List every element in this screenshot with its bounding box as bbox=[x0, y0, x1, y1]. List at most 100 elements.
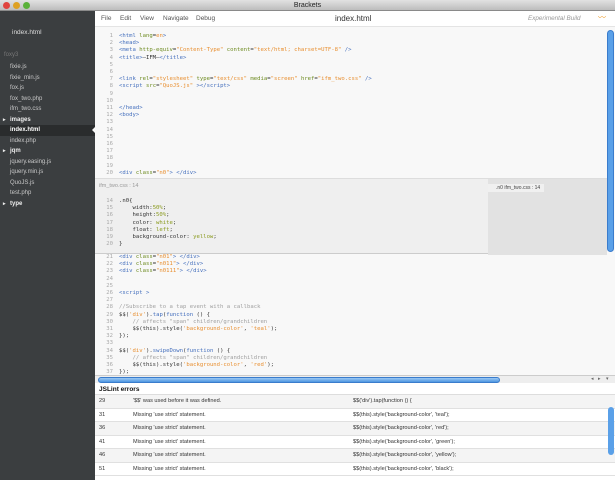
jslint-line: 36 bbox=[99, 422, 105, 436]
code-token: > bbox=[163, 33, 166, 39]
code-line[interactable]: 14 bbox=[95, 127, 595, 134]
code-line[interactable]: 7<link rel="stylesheet" type="text/css" … bbox=[95, 76, 595, 83]
code-line[interactable]: 34$$('div').swipeDown(function () { bbox=[95, 348, 595, 355]
code-line[interactable]: 5 bbox=[95, 62, 595, 69]
inline-rule-tab[interactable]: .n0 ifm_two.css : 14 bbox=[488, 184, 544, 192]
code-line[interactable]: 21<div class="n01"> </div> bbox=[95, 254, 595, 261]
jslint-row[interactable]: 41Missing 'use strict' statement.$$(this… bbox=[95, 436, 615, 450]
jslint-row[interactable]: 36Missing 'use strict' statement.$$(this… bbox=[95, 422, 615, 436]
code-token: $$(this).style( bbox=[119, 326, 183, 332]
jslint-scrollbar[interactable] bbox=[608, 407, 614, 455]
file-item[interactable]: fixie_min.js bbox=[0, 73, 95, 84]
sidebar: index.html foxy3 fixie.jsfixie_min.jsfox… bbox=[0, 11, 95, 480]
line-number: 13 bbox=[95, 119, 113, 126]
jslint-line: 41 bbox=[99, 436, 105, 450]
code-line[interactable]: 29$$('div').tap(function () { bbox=[95, 312, 595, 319]
live-preview-icon[interactable]: 〰 bbox=[598, 12, 606, 23]
code-token: "text/css" bbox=[213, 76, 247, 82]
code-token: 'div' bbox=[129, 312, 146, 318]
code-line[interactable]: 6 bbox=[95, 69, 595, 76]
code-line[interactable]: 1<html lang=en> bbox=[95, 33, 595, 40]
menu-edit[interactable]: Edit bbox=[120, 15, 131, 22]
code-line[interactable]: 35 // affects "span" children/grandchild… bbox=[95, 355, 595, 362]
code-line[interactable]: 26<script > bbox=[95, 290, 595, 297]
code-line[interactable]: 16 bbox=[95, 141, 595, 148]
code-token: }); bbox=[119, 333, 129, 339]
code-line[interactable]: 22<div class="n011"> </div> bbox=[95, 261, 595, 268]
file-item[interactable]: jquery.easing.js bbox=[0, 157, 95, 168]
jslint-row[interactable]: 46Missing 'use strict' statement.$$(this… bbox=[95, 449, 615, 463]
file-item[interactable]: ifm_two.css bbox=[0, 104, 95, 115]
code-token: <div bbox=[119, 170, 136, 176]
code-line[interactable]: 23<div class="n0111"> </div> bbox=[95, 268, 595, 275]
file-item[interactable]: fox_two.php bbox=[0, 94, 95, 105]
code-line[interactable]: 30 // affects "span" children/grandchild… bbox=[95, 319, 595, 326]
menu-file[interactable]: File bbox=[101, 15, 111, 22]
menu-bar: File Edit View Navigate Debug index.html… bbox=[95, 11, 615, 27]
code-line[interactable]: 17 bbox=[95, 148, 595, 155]
file-item[interactable]: index.html bbox=[0, 125, 95, 136]
file-item[interactable]: jquery.min.js bbox=[0, 167, 95, 178]
minimize-window-button[interactable] bbox=[13, 2, 20, 9]
code-line[interactable]: 13 bbox=[95, 119, 595, 126]
close-window-button[interactable] bbox=[3, 2, 10, 9]
code-token: "n0111" bbox=[156, 268, 180, 274]
code-line[interactable]: 25 bbox=[95, 283, 595, 290]
code-line[interactable]: 8<script src="QuoJS.js" ></script> bbox=[95, 83, 595, 90]
jslint-row[interactable]: 51Missing 'use strict' statement.$$(this… bbox=[95, 463, 615, 477]
jslint-row[interactable]: 31Missing 'use strict' statement.$$(this… bbox=[95, 409, 615, 423]
line-number: 34 bbox=[95, 348, 113, 355]
code-line[interactable]: 2<head> bbox=[95, 40, 595, 47]
scroll-right-icon[interactable]: ▸ bbox=[598, 376, 601, 382]
file-item[interactable]: test.php bbox=[0, 188, 95, 199]
code-line[interactable]: 15 bbox=[95, 134, 595, 141]
code-token: <div bbox=[119, 254, 136, 260]
code-token: ). bbox=[146, 312, 153, 318]
code-line[interactable]: 31 $$(this).style('background-color', 't… bbox=[95, 326, 595, 333]
menu-debug[interactable]: Debug bbox=[196, 15, 215, 22]
code-line[interactable]: 20<div class="n0"> </div> bbox=[95, 170, 595, 177]
code-line[interactable]: 11</head> bbox=[95, 105, 595, 112]
code-line[interactable]: 27 bbox=[95, 297, 595, 304]
folder-item[interactable]: jqm bbox=[0, 146, 95, 157]
code-token: "stylesheet" bbox=[153, 76, 193, 82]
file-item[interactable]: fox.js bbox=[0, 83, 95, 94]
menu-navigate[interactable]: Navigate bbox=[163, 15, 189, 22]
menu-view[interactable]: View bbox=[140, 15, 154, 22]
code-line[interactable]: 36 $$(this).style('background-color', 'r… bbox=[95, 362, 595, 369]
code-line[interactable]: 10 bbox=[95, 98, 595, 105]
inline-css-editor[interactable]: ifm_two.css : 14 14.n0{15 width:50%;16 h… bbox=[95, 178, 607, 254]
code-line[interactable]: 32}); bbox=[95, 333, 595, 340]
code-line[interactable]: 24 bbox=[95, 276, 595, 283]
code-token: "ifm_two.css" bbox=[318, 76, 362, 82]
folder-item[interactable]: images bbox=[0, 115, 95, 126]
folder-item[interactable]: type bbox=[0, 199, 95, 210]
scroll-left-icon[interactable]: ◂ bbox=[591, 376, 594, 382]
code-line[interactable]: 18 bbox=[95, 155, 595, 162]
code-line[interactable]: 12<body> bbox=[95, 112, 595, 119]
code-token: <head> bbox=[119, 40, 139, 46]
file-item[interactable]: index.php bbox=[0, 136, 95, 147]
code-line[interactable]: 4<title>—IFM—</title> bbox=[95, 55, 595, 62]
code-line[interactable]: 33 bbox=[95, 340, 595, 347]
jslint-message: Missing 'use strict' statement. bbox=[133, 449, 206, 463]
file-item[interactable]: fixie.js bbox=[0, 62, 95, 73]
working-file[interactable]: index.html bbox=[12, 29, 42, 36]
project-title[interactable]: foxy3 bbox=[4, 52, 18, 58]
code-token: 'div' bbox=[129, 348, 146, 354]
code-token: <div bbox=[119, 261, 136, 267]
line-number: 12 bbox=[95, 112, 113, 119]
zoom-window-button[interactable] bbox=[23, 2, 30, 9]
code-token: // affects "span" children/grandchildren bbox=[119, 355, 267, 361]
code-line[interactable]: 3<meta http-equiv="Content-Type" content… bbox=[95, 47, 595, 54]
file-item[interactable]: QuoJS.js bbox=[0, 178, 95, 189]
scroll-down-icon[interactable]: ▾ bbox=[606, 376, 609, 382]
code-line[interactable]: 9 bbox=[95, 91, 595, 98]
code-token: http-equiv bbox=[139, 47, 173, 53]
code-line[interactable]: 28//Subscribe to a tap event with a call… bbox=[95, 304, 595, 311]
code-token: <script > bbox=[119, 290, 149, 296]
jslint-row[interactable]: 29'$$' was used before it was defined.$$… bbox=[95, 395, 615, 409]
editor-vertical-scrollbar[interactable] bbox=[607, 30, 614, 252]
code-line[interactable]: 19 bbox=[95, 163, 595, 170]
editor-horizontal-scrollbar[interactable]: ◂ ▸ ▾ bbox=[95, 375, 615, 383]
